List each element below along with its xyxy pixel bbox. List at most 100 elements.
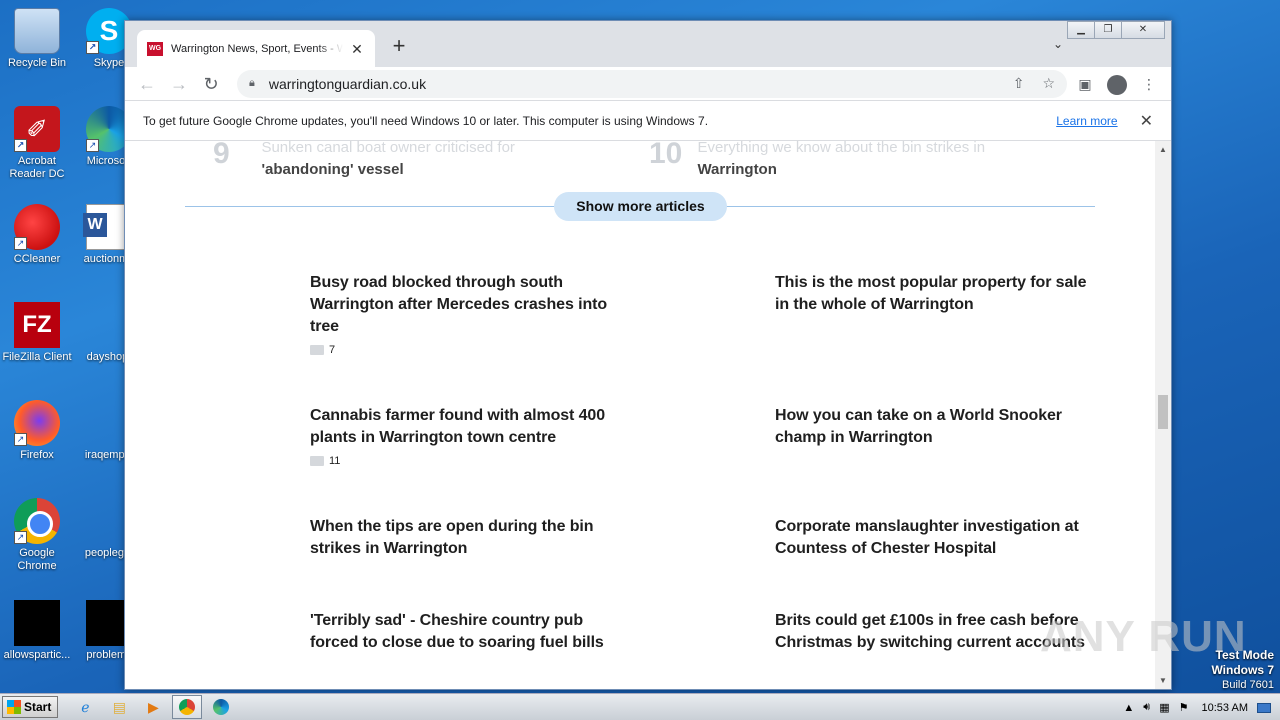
address-bar[interactable]: 🔒︎ warringtonguardian.co.uk ⇧ ☆ [237,69,1067,98]
windows-flag-icon [7,700,21,714]
article-headline[interactable]: Busy road blocked through south Warringt… [310,272,630,338]
watermark-line2: Windows 7 [1211,663,1274,677]
network-icon[interactable]: ▦ [1159,701,1169,714]
start-button[interactable]: Start [2,696,59,718]
item-number: 9 [213,141,230,170]
article-headline[interactable]: Corporate manslaughter investigation at … [775,516,1095,560]
shortcut-arrow-icon: ↗ [14,531,27,544]
comment-count[interactable]: 11 [310,455,630,467]
comment-count-value: 7 [329,344,336,356]
profile-avatar-icon[interactable] [1103,70,1131,98]
desktop-icon-label: Google Chrome [17,547,57,572]
bookmark-star-icon[interactable]: ☆ [1042,75,1055,92]
desktop-icon-chrome[interactable]: ↗ Google Chrome [0,498,74,573]
desktop-icon-recycle-bin[interactable]: Recycle Bin [0,8,74,70]
item-text: Everything we know about the bin strikes… [697,141,986,156]
article-headline[interactable]: This is the most popular property for sa… [775,272,1095,316]
article-headline[interactable]: When the tips are open during the bin st… [310,516,630,560]
scroll-down-arrow-icon[interactable]: ▼ [1155,676,1171,685]
article-card[interactable]: 'Terribly sad' - Cheshire country pub fo… [310,610,630,654]
start-label: Start [24,700,52,714]
taskbar: Start ℯ ▤ ▶ ▲ 🔊︎ ▦ ⚑ 10:53 AM [0,693,1280,720]
action-center-flag-icon[interactable]: ⚑ [1179,701,1189,714]
tray-expand-icon[interactable]: ▲ [1123,702,1134,714]
article-card[interactable]: This is the most popular property for sa… [775,272,1095,316]
item-text-line2: Warrington [697,161,777,178]
shortcut-arrow-icon: ↗ [14,237,27,250]
recycle-bin-icon [14,8,60,54]
article-card[interactable]: How you can take on a World Snooker cham… [775,405,1095,449]
system-tray: ▲ 🔊︎ ▦ ⚑ 10:53 AM [1123,694,1280,720]
side-panel-icon[interactable]: ▣ [1071,70,1099,98]
page-viewport: 9 Sunken canal boat owner criticised for… [125,141,1155,689]
article-headline[interactable]: How you can take on a World Snooker cham… [775,405,1095,449]
faded-list-item[interactable]: 10 Everything we know about the bin stri… [649,141,997,181]
shortcut-arrow-icon: ↗ [14,433,27,446]
scrollbar-thumb[interactable] [1158,395,1168,429]
new-tab-button[interactable]: + [387,35,411,59]
article-card[interactable]: When the tips are open during the bin st… [310,516,630,560]
article-headline[interactable]: Cannabis farmer found with almost 400 pl… [310,405,630,449]
taskbar-ie-icon[interactable]: ℯ [70,695,100,719]
taskbar-chrome-icon[interactable] [172,695,203,719]
desktop-icon-ccleaner[interactable]: ↗ CCleaner [0,204,74,266]
infobar-close-icon[interactable]: ✕ [1140,111,1153,131]
url-text[interactable]: warringtonguardian.co.uk [269,76,995,92]
desktop-icon-label: Acrobat Reader DC [9,155,65,180]
volume-icon[interactable]: 🔊︎ [1143,701,1150,714]
clock[interactable]: 10:53 AM [1202,702,1248,714]
desktop-icon-label: FileZilla Client [2,351,72,363]
minimize-button[interactable]: ▁ [1067,21,1095,39]
test-mode-watermark: Test Mode Windows 7 Build 7601 [1211,648,1274,692]
window-close-button[interactable]: ✕ [1121,21,1165,39]
black-file-icon [14,600,60,646]
tab-close-icon[interactable]: ✕ [349,41,365,57]
show-desktop-icon[interactable] [1257,702,1271,713]
watermark-line1: Test Mode [1215,648,1274,662]
restore-button[interactable]: ❐ [1094,21,1122,39]
page-scrollbar[interactable]: ▲ ▼ [1155,141,1171,689]
share-icon[interactable]: ⇧ [1013,75,1025,92]
desktop-icon-allowsparticipation[interactable]: allowspartic... [0,600,74,662]
shortcut-arrow-icon: ↗ [86,139,99,152]
tab-strip: WG Warrington News, Sport, Events - W ✕ … [125,21,1171,67]
ccleaner-icon: ↗ [14,204,60,250]
firefox-icon: ↗ [14,400,60,446]
update-infobar: To get future Google Chrome updates, you… [125,101,1171,141]
article-card[interactable]: Cannabis farmer found with almost 400 pl… [310,405,630,467]
learn-more-link[interactable]: Learn more [1056,114,1117,128]
desktop-icon-acrobat[interactable]: ✐ ↗ Acrobat Reader DC [0,106,74,181]
tab-active[interactable]: WG Warrington News, Sport, Events - W ✕ [137,30,375,67]
taskbar-edge-icon[interactable] [206,695,236,719]
filezilla-icon: FZ [14,302,60,348]
desktop-icon-label: Firefox [20,449,54,461]
desktop-icon-label: allowspartic... [3,649,71,661]
desktop-icon-firefox[interactable]: ↗ Firefox [0,400,74,462]
item-number: 10 [649,141,683,170]
chrome-window: WG Warrington News, Sport, Events - W ✕ … [124,20,1172,690]
desktop-icon-filezilla[interactable]: FZ FileZilla Client [0,302,74,364]
tab-search-chevron-icon[interactable]: ⌄ [1053,37,1063,51]
watermark-line3: Build 7601 [1222,679,1274,691]
desktop-icon-label: CCleaner [13,253,61,265]
shortcut-arrow-icon: ↗ [14,139,27,152]
reload-icon[interactable]: ↻ [197,70,225,98]
show-more-articles-button[interactable]: Show more articles [554,192,727,221]
article-card[interactable]: Busy road blocked through south Warringt… [310,272,630,356]
lock-icon[interactable]: 🔒︎ [249,77,255,90]
site-favicon-icon: WG [147,41,163,56]
article-card[interactable]: Corporate manslaughter investigation at … [775,516,1095,560]
forward-arrow-icon[interactable]: → [165,70,193,98]
article-headline[interactable]: 'Terribly sad' - Cheshire country pub fo… [310,610,630,654]
menu-kebab-icon[interactable]: ⋮ [1135,70,1163,98]
taskbar-media-player-icon[interactable]: ▶ [138,695,168,719]
taskbar-explorer-icon[interactable]: ▤ [104,695,134,719]
faded-list-item[interactable]: 9 Sunken canal boat owner criticised for… [213,141,561,181]
back-arrow-icon[interactable]: ← [133,70,161,98]
comment-count[interactable]: 7 [310,344,630,356]
comment-bubble-icon [310,345,324,355]
browser-toolbar: ← → ↻ 🔒︎ warringtonguardian.co.uk ⇧ ☆ ▣ … [125,67,1171,101]
scroll-up-arrow-icon[interactable]: ▲ [1155,145,1171,154]
comment-bubble-icon [310,456,324,466]
comment-count-value: 11 [329,455,341,467]
